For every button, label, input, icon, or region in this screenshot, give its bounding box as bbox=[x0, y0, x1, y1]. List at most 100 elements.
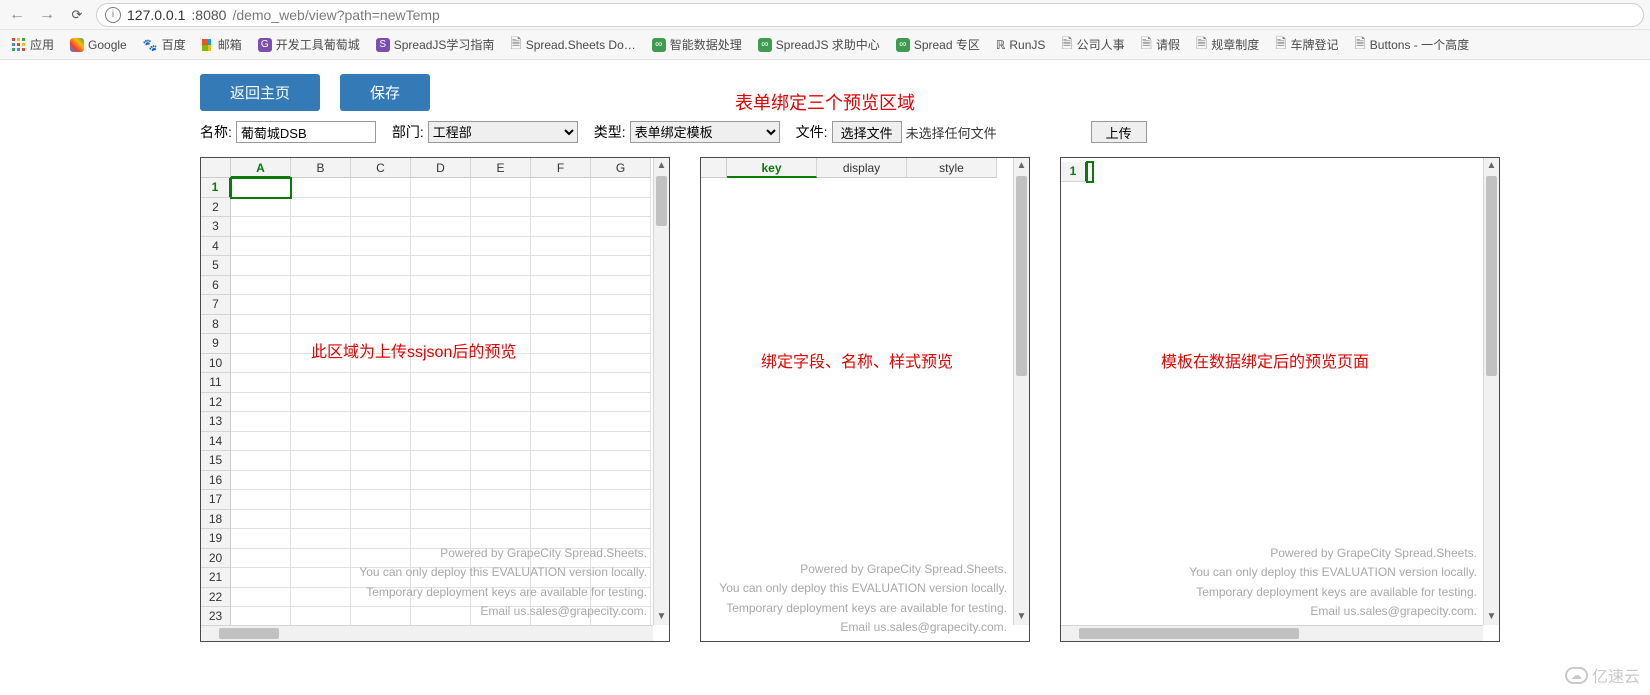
row-header[interactable]: 4 bbox=[201, 237, 231, 257]
bookmark-item[interactable]: 🗎Spread.Sheets Do… bbox=[504, 31, 641, 59]
tool-icon: ∞ bbox=[896, 38, 910, 52]
file-label: 文件: bbox=[796, 122, 828, 142]
row-header[interactable]: 17 bbox=[201, 490, 231, 510]
save-button[interactable]: 保存 bbox=[340, 74, 430, 111]
tool-icon: G bbox=[258, 38, 272, 52]
name-input[interactable] bbox=[236, 121, 376, 143]
sheet-preview-3: 1 ▲▼ 模板在数据绑定后的预览页面 Powered by GrapeCity … bbox=[1060, 157, 1500, 642]
file-icon: 🗎 bbox=[1061, 33, 1072, 57]
choose-file-button[interactable]: 选择文件 bbox=[832, 121, 902, 143]
row-headers[interactable]: 1 bbox=[1061, 162, 1087, 182]
column-header[interactable]: A bbox=[231, 158, 291, 178]
row-header[interactable]: 1 bbox=[1061, 162, 1087, 182]
row-header[interactable]: 2 bbox=[201, 198, 231, 218]
horizontal-scrollbar[interactable] bbox=[201, 625, 653, 641]
column-header[interactable]: C bbox=[351, 158, 411, 178]
bookmark-item[interactable]: 🗎车牌登记 bbox=[1269, 31, 1344, 59]
column-header[interactable]: display bbox=[817, 158, 907, 178]
row-header[interactable]: 5 bbox=[201, 256, 231, 276]
vertical-scrollbar[interactable]: ▲▼ bbox=[1483, 158, 1499, 625]
vertical-scrollbar[interactable]: ▲▼ bbox=[653, 158, 669, 625]
bookmark-item[interactable]: 邮箱 bbox=[196, 34, 248, 55]
back-icon[interactable]: ← bbox=[6, 4, 28, 26]
sheet-corner[interactable] bbox=[701, 158, 727, 178]
row-header[interactable]: 12 bbox=[201, 393, 231, 413]
sheet-corner bbox=[1061, 158, 1087, 160]
footer-logo: ☁ 亿速云 bbox=[1565, 663, 1640, 687]
selected-cell[interactable] bbox=[1087, 162, 1093, 182]
upload-button[interactable]: 上传 bbox=[1091, 121, 1147, 143]
column-header[interactable]: key bbox=[727, 158, 817, 178]
row-headers[interactable]: 1234567891011121314151617181920212223 bbox=[201, 178, 231, 627]
type-select[interactable]: 表单绑定模板 bbox=[630, 121, 780, 143]
column-header[interactable]: E bbox=[471, 158, 531, 178]
row-header[interactable]: 11 bbox=[201, 373, 231, 393]
address-bar[interactable]: i 127.0.0.1:8080/demo_web/view?path=newT… bbox=[96, 3, 1644, 27]
row-header[interactable]: 19 bbox=[201, 529, 231, 549]
page-content: 返回主页 保存 表单绑定三个预览区域 名称: 部门: 工程部 类型: 表单绑定模… bbox=[0, 60, 1650, 642]
file-icon: 🗎 bbox=[1141, 33, 1152, 57]
bookmark-item[interactable]: ℝRunJS bbox=[990, 36, 1052, 54]
sheet-corner[interactable] bbox=[201, 158, 231, 178]
bookmark-item[interactable]: ∞Spread 专区 bbox=[890, 34, 986, 55]
form-row: 表单绑定三个预览区域 名称: 部门: 工程部 类型: 表单绑定模板 文件: 选择… bbox=[0, 121, 1650, 143]
bookmark-item[interactable]: 🗎规章制度 bbox=[1190, 31, 1265, 59]
column-headers[interactable]: keydisplaystyle bbox=[727, 158, 997, 178]
url-path: /demo_web/view?path=newTemp bbox=[232, 7, 439, 23]
column-header[interactable]: style bbox=[907, 158, 997, 178]
ms-icon bbox=[202, 39, 214, 51]
horizontal-scrollbar[interactable] bbox=[1061, 625, 1483, 641]
row-header[interactable]: 13 bbox=[201, 412, 231, 432]
row-header[interactable]: 8 bbox=[201, 315, 231, 335]
row-header[interactable]: 7 bbox=[201, 295, 231, 315]
back-home-button[interactable]: 返回主页 bbox=[200, 74, 320, 111]
row-header[interactable]: 10 bbox=[201, 354, 231, 374]
row-header[interactable]: 6 bbox=[201, 276, 231, 296]
sheet-preview-1: ABCDEFG 12345678910111213141516171819202… bbox=[200, 157, 670, 642]
row-header[interactable]: 18 bbox=[201, 510, 231, 530]
annotation-title: 表单绑定三个预览区域 bbox=[735, 89, 915, 115]
url-host: 127.0.0.1 bbox=[127, 7, 185, 23]
bookmark-item[interactable]: 🐾百度 bbox=[137, 34, 192, 55]
runjs-icon: ℝ bbox=[996, 38, 1006, 52]
column-header[interactable]: F bbox=[531, 158, 591, 178]
row-header[interactable]: 9 bbox=[201, 334, 231, 354]
selected-cell[interactable] bbox=[231, 178, 291, 198]
bookmark-item[interactable]: ∞智能数据处理 bbox=[646, 34, 748, 55]
file-icon: 🗎 bbox=[510, 33, 521, 57]
apps-button[interactable]: 应用 bbox=[6, 34, 60, 55]
site-info-icon[interactable]: i bbox=[105, 7, 121, 23]
column-header[interactable]: G bbox=[591, 158, 651, 178]
row-header[interactable]: 1 bbox=[201, 178, 231, 198]
cell-grid[interactable] bbox=[231, 178, 651, 627]
column-header[interactable]: B bbox=[291, 158, 351, 178]
bookmark-item[interactable]: SSpreadJS学习指南 bbox=[370, 34, 501, 55]
row-header[interactable]: 3 bbox=[201, 217, 231, 237]
row-header[interactable]: 22 bbox=[201, 588, 231, 608]
row-header[interactable]: 21 bbox=[201, 568, 231, 588]
bookmark-item[interactable]: Google bbox=[64, 36, 133, 54]
row-header[interactable]: 14 bbox=[201, 432, 231, 452]
row-header[interactable]: 23 bbox=[201, 607, 231, 627]
type-label: 类型: bbox=[594, 122, 626, 142]
bookmark-item[interactable]: G开发工具葡萄城 bbox=[252, 34, 366, 55]
browser-toolbar: ← → ⟳ i 127.0.0.1:8080/demo_web/view?pat… bbox=[0, 0, 1650, 30]
dept-select[interactable]: 工程部 bbox=[428, 121, 578, 143]
reload-icon[interactable]: ⟳ bbox=[66, 4, 88, 26]
bookmark-item[interactable]: 🗎Buttons - 一个高度 bbox=[1349, 31, 1476, 59]
bookmark-item[interactable]: ∞SpreadJS 求助中心 bbox=[752, 34, 886, 55]
column-header[interactable]: D bbox=[411, 158, 471, 178]
row-header[interactable]: 20 bbox=[201, 549, 231, 569]
row-header[interactable]: 15 bbox=[201, 451, 231, 471]
file-hint: 未选择任何文件 bbox=[906, 123, 997, 142]
bookmarks-bar: 应用 Google 🐾百度 邮箱 G开发工具葡萄城 SSpreadJS学习指南 … bbox=[0, 30, 1650, 60]
column-headers[interactable]: ABCDEFG bbox=[231, 158, 651, 178]
bookmark-item[interactable]: 🗎公司人事 bbox=[1055, 31, 1130, 59]
bookmark-item[interactable]: 🗎请假 bbox=[1135, 31, 1186, 59]
footer-text: 亿速云 bbox=[1592, 663, 1640, 687]
tool-icon: ∞ bbox=[652, 38, 666, 52]
vertical-scrollbar[interactable]: ▲▼ bbox=[1013, 158, 1029, 625]
row-header[interactable]: 16 bbox=[201, 471, 231, 491]
forward-icon[interactable]: → bbox=[36, 4, 58, 26]
file-icon: 🗎 bbox=[1196, 33, 1207, 57]
